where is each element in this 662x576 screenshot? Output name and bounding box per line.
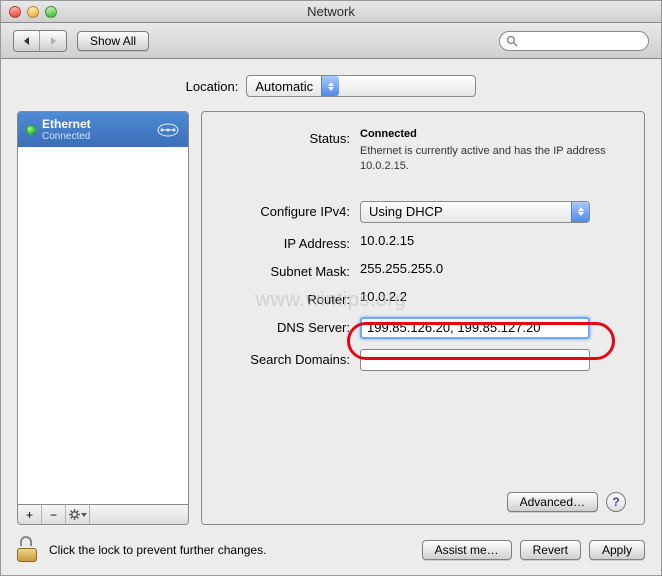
chevron-down-icon <box>81 512 87 518</box>
apply-button[interactable]: Apply <box>589 540 645 560</box>
sidebar-toolbar: + − <box>17 505 189 525</box>
search-field[interactable] <box>499 31 649 51</box>
search-domains-input[interactable] <box>360 349 590 371</box>
status-subtext: Ethernet is currently active and has the… <box>360 144 626 175</box>
gear-icon <box>69 509 80 520</box>
dns-label: DNS Server: <box>220 317 360 335</box>
subnet-label: Subnet Mask: <box>220 261 360 279</box>
location-select[interactable]: Automatic <box>246 75 476 97</box>
footer: Click the lock to prevent further change… <box>1 525 661 575</box>
nav-segment <box>13 30 67 52</box>
status-dot-icon <box>26 125 36 135</box>
show-all-button[interactable]: Show All <box>77 31 149 51</box>
lock-icon[interactable] <box>17 538 39 562</box>
toolbar: Show All <box>1 23 661 59</box>
search-domains-label: Search Domains: <box>220 349 360 367</box>
status-label: Status: <box>220 128 360 146</box>
status-value: Connected <box>360 128 626 140</box>
location-label: Location: <box>186 79 239 94</box>
remove-interface-button[interactable]: − <box>42 505 66 524</box>
search-input[interactable] <box>522 35 645 47</box>
interface-status: Connected <box>42 131 91 142</box>
ethernet-icon <box>156 122 180 138</box>
configure-select[interactable]: Using DHCP <box>360 201 590 223</box>
revert-button[interactable]: Revert <box>520 540 581 560</box>
details-pane: Status: Connected Ethernet is currently … <box>201 111 645 525</box>
title-bar: Network <box>1 1 661 23</box>
router-label: Router: <box>220 289 360 307</box>
dns-input[interactable] <box>360 317 590 339</box>
add-interface-button[interactable]: + <box>18 505 42 524</box>
router-value: 10.0.2.2 <box>360 289 626 304</box>
window-title: Network <box>1 4 661 19</box>
location-value: Automatic <box>247 79 321 94</box>
network-list[interactable]: Ethernet Connected <box>17 111 189 505</box>
help-button[interactable]: ? <box>606 492 626 512</box>
action-menu-button[interactable] <box>66 505 90 524</box>
advanced-button[interactable]: Advanced… <box>507 492 598 512</box>
content-area: Location: Automatic Ethernet Connected +… <box>1 59 661 525</box>
configure-label: Configure IPv4: <box>220 201 360 219</box>
sidebar: Ethernet Connected + − <box>17 111 189 525</box>
back-button[interactable] <box>14 31 40 51</box>
lock-hint: Click the lock to prevent further change… <box>49 543 266 557</box>
configure-value: Using DHCP <box>361 204 571 219</box>
ip-label: IP Address: <box>220 233 360 251</box>
updown-icon <box>571 202 589 222</box>
location-row: Location: Automatic <box>17 75 645 97</box>
search-icon <box>506 35 518 47</box>
main-row: Ethernet Connected + − Status: Connected… <box>17 111 645 525</box>
subnet-value: 255.255.255.0 <box>360 261 626 276</box>
assist-button[interactable]: Assist me… <box>422 540 512 560</box>
updown-icon <box>321 76 339 96</box>
forward-button[interactable] <box>40 31 66 51</box>
sidebar-item-ethernet[interactable]: Ethernet Connected <box>18 112 188 147</box>
ip-value: 10.0.2.15 <box>360 233 626 248</box>
interface-name: Ethernet <box>42 117 91 131</box>
